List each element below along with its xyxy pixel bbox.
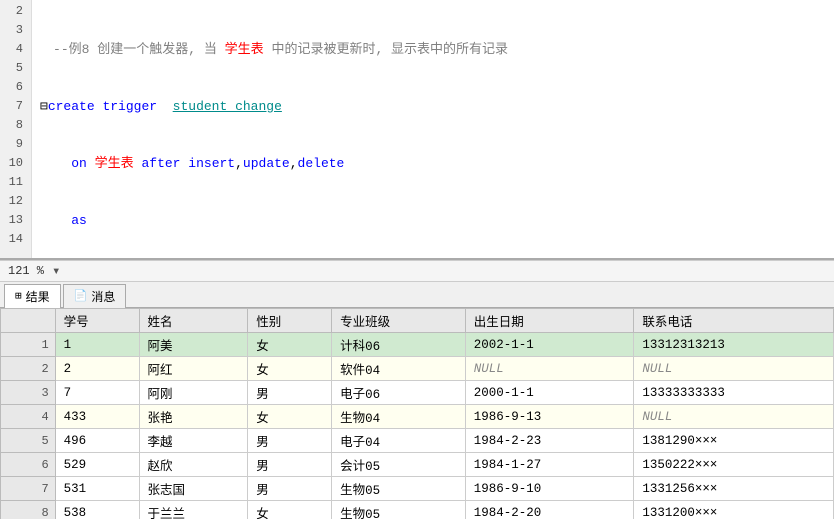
table-cell: 女 (248, 357, 332, 381)
table-cell: 男 (248, 381, 332, 405)
table-cell: 1984-2-23 (465, 429, 634, 453)
col-header-class: 专业班级 (332, 309, 466, 333)
table-cell: 1331256××× (634, 477, 834, 501)
table-row: 11阿美女计科062002-1-113312313213 (1, 333, 834, 357)
row-number: 5 (1, 429, 56, 453)
row-number: 3 (1, 381, 56, 405)
null-value: NULL (474, 362, 504, 376)
code-line-2: --例8 创建一个触发器, 当 学生表 中的记录被更新时, 显示表中的所有记录 (40, 40, 826, 59)
zoom-bar: 121 % ▾ (0, 260, 834, 282)
tab-results-label: 结果 (26, 288, 50, 305)
table-cell: 1350222××× (634, 453, 834, 477)
table-cell: 1381290××× (634, 429, 834, 453)
table-header-row: 学号 姓名 性别 专业班级 出生日期 联系电话 (1, 309, 834, 333)
col-header-rownum (1, 309, 56, 333)
table-cell: NULL (634, 357, 834, 381)
code-line-5: as (40, 211, 826, 230)
table-row: 7531张志国男生物051986-9-101331256××× (1, 477, 834, 501)
table-cell: 496 (55, 429, 139, 453)
table-cell: 1986-9-10 (465, 477, 634, 501)
table-row: 22阿红女软件04NULLNULL (1, 357, 834, 381)
row-number: 4 (1, 405, 56, 429)
table-cell: 张志国 (139, 477, 248, 501)
code-editor: 2 3 4 5 6 7 8 9 10 11 12 13 14 --例8 创建一个… (0, 0, 834, 260)
results-table: 学号 姓名 性别 专业班级 出生日期 联系电话 11阿美女计科062002-1-… (0, 308, 834, 519)
table-cell: 会计05 (332, 453, 466, 477)
table-row: 5496李越男电子041984-2-231381290××× (1, 429, 834, 453)
table-cell: 生物04 (332, 405, 466, 429)
table-cell: 生物05 (332, 501, 466, 519)
row-number: 6 (1, 453, 56, 477)
table-row: 6529赵欣男会计051984-1-271350222××× (1, 453, 834, 477)
table-cell: 1984-2-20 (465, 501, 634, 519)
table-cell: 1986-9-13 (465, 405, 634, 429)
row-number: 1 (1, 333, 56, 357)
table-cell: NULL (465, 357, 634, 381)
table-cell: 于兰兰 (139, 501, 248, 519)
table-cell: 13312313213 (634, 333, 834, 357)
message-icon: 📄 (74, 289, 88, 303)
table-cell: 阿红 (139, 357, 248, 381)
table-cell: NULL (634, 405, 834, 429)
table-cell: 阿美 (139, 333, 248, 357)
table-cell: 女 (248, 333, 332, 357)
table-cell: 张艳 (139, 405, 248, 429)
table-cell: 2 (55, 357, 139, 381)
table-cell: 计科06 (332, 333, 466, 357)
table-cell: 538 (55, 501, 139, 519)
table-cell: 女 (248, 501, 332, 519)
table-cell: 2002-1-1 (465, 333, 634, 357)
table-cell: 1331200××× (634, 501, 834, 519)
row-number: 2 (1, 357, 56, 381)
code-line-3: ⊟create trigger student_change (40, 97, 826, 116)
tabs-bar: ⊞ 结果 📄 消息 (0, 282, 834, 308)
tab-messages[interactable]: 📄 消息 (63, 284, 127, 308)
table-row: 37阿刚男电子062000-1-113333333333 (1, 381, 834, 405)
table-cell: 李越 (139, 429, 248, 453)
row-number: 7 (1, 477, 56, 501)
code-lines: --例8 创建一个触发器, 当 学生表 中的记录被更新时, 显示表中的所有记录 … (32, 0, 834, 258)
table-cell: 男 (248, 477, 332, 501)
col-header-name: 姓名 (139, 309, 248, 333)
table-cell: 1 (55, 333, 139, 357)
col-header-id: 学号 (55, 309, 139, 333)
table-cell: 13333333333 (634, 381, 834, 405)
table-row: 4433张艳女生物041986-9-13 NULL (1, 405, 834, 429)
table-cell: 女 (248, 405, 332, 429)
table-cell: 生物05 (332, 477, 466, 501)
table-cell: 529 (55, 453, 139, 477)
table-cell: 赵欣 (139, 453, 248, 477)
col-header-phone: 联系电话 (634, 309, 834, 333)
table-cell: 电子04 (332, 429, 466, 453)
table-row: 8538于兰兰女生物051984-2-201331200××× (1, 501, 834, 519)
null-value: NULL (642, 362, 672, 376)
table-cell: 男 (248, 429, 332, 453)
zoom-down-icon[interactable]: ▾ (52, 263, 60, 280)
table-cell: 电子06 (332, 381, 466, 405)
col-header-gender: 性别 (248, 309, 332, 333)
table-cell: 阿刚 (139, 381, 248, 405)
results-table-container: 学号 姓名 性别 专业班级 出生日期 联系电话 11阿美女计科062002-1-… (0, 308, 834, 519)
tab-results[interactable]: ⊞ 结果 (4, 284, 61, 308)
table-cell: 1984-1-27 (465, 453, 634, 477)
table-cell: 软件04 (332, 357, 466, 381)
table-cell: 433 (55, 405, 139, 429)
line-numbers: 2 3 4 5 6 7 8 9 10 11 12 13 14 (0, 0, 32, 258)
table-cell: 男 (248, 453, 332, 477)
code-line-4: on 学生表 after insert,update,delete (40, 154, 826, 173)
col-header-birth: 出生日期 (465, 309, 634, 333)
table-body: 11阿美女计科062002-1-11331231321322阿红女软件04NUL… (1, 333, 834, 519)
table-cell: 2000-1-1 (465, 381, 634, 405)
null-value: NULL (642, 410, 672, 424)
table-cell: 531 (55, 477, 139, 501)
tab-messages-label: 消息 (91, 288, 115, 305)
row-number: 8 (1, 501, 56, 519)
table-cell: 7 (55, 381, 139, 405)
table-icon: ⊞ (15, 289, 22, 303)
zoom-level: 121 % (8, 264, 44, 278)
